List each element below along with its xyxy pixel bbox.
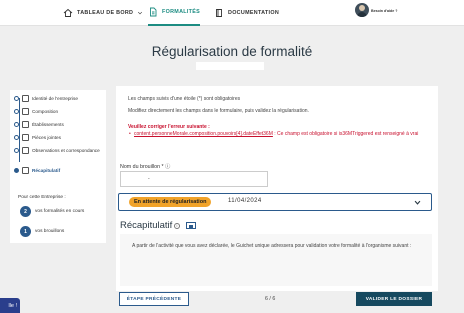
building-icon [22,95,29,102]
checklist-icon [22,167,29,174]
step-dot [14,148,19,153]
nav-documentation[interactable]: DOCUMENTATION [214,0,279,25]
stat-label: vos brouillons [35,229,65,234]
chevron-down-icon [138,11,143,14]
stat-count: 1 [20,226,31,237]
modify-instructions: Modifiez directement les champs dans le … [128,108,309,114]
section-title: Récapitulatif [120,220,173,231]
required-fields-note: Les champs suivis d'une étoile (*) sont … [128,96,241,102]
document-icon [150,7,157,17]
recap-text: A partir de l'activité que vous avez déc… [132,243,412,249]
status-date: 11/04/2024 [228,198,262,204]
error-title: Veuillez corriger l'erreur suivante : [128,124,210,130]
step-label: Observations et correspondance [32,147,100,153]
nav-tableau-de-bord[interactable]: TABLEAU DE BORD [63,0,143,25]
status-badge: En attente de régularisation [129,197,212,207]
step-pager: 6 / 6 [265,296,276,302]
nav-label: TABLEAU DE BORD [77,9,134,16]
info-icon[interactable]: i [174,223,180,229]
error-message: : Ce champ est obligatoire si is36MTrigg… [272,131,419,137]
nav-formalites[interactable]: FORMALITÉS [148,0,201,26]
sidebar-step-pieces-jointes[interactable]: Pièces jointes [14,134,61,141]
book-icon [216,8,222,17]
step-label: Composition [32,108,59,114]
sidebar: Identité de l'entreprise Composition Éta… [10,90,106,243]
mail-icon [22,147,29,154]
previous-step-button[interactable]: ÉTAPE PRÉCÉDENTE [119,292,189,306]
sidebar-step-etablissements[interactable]: Établissements [14,121,64,128]
recap-box: A partir de l'activité que vous avez déc… [120,234,432,286]
draft-name-label: Nom du brouillon * ⓘ [120,164,171,170]
paperclip-icon [22,134,29,141]
stat-count: 2 [20,206,31,217]
store-icon [22,121,29,128]
error-item: content.personneMorale.composition.pouvo… [129,131,424,138]
step-dot [14,96,19,101]
nav-label: FORMALITÉS [162,9,201,15]
page-title: Régularisation de formalité [151,44,313,59]
help-label[interactable]: Besoin d'aide ? [371,9,397,13]
error-link[interactable]: content.personneMorale.composition.pouvo… [134,131,273,137]
sidebar-step-identite[interactable]: Identité de l'entreprise [14,95,78,102]
stat-formalites-en-cours[interactable]: 2 vos formalités en cours [20,206,84,217]
subtitle-placeholder [196,62,264,70]
avatar[interactable] [355,3,369,17]
sidebar-step-composition[interactable]: Composition [14,108,58,115]
nav-label: DOCUMENTATION [228,9,280,16]
help-tab[interactable]: lle ! [0,298,20,313]
validate-button[interactable]: VALIDER LE DOSSIER [356,292,432,306]
step-dot [14,168,19,173]
main-panel: Les champs suivis d'une étoile (*) sont … [116,86,438,291]
sidebar-heading: Pour cette Entreprise : [18,195,66,200]
step-label: Établissements [32,121,64,127]
sidebar-step-observations[interactable]: Observations et correspondance [14,147,102,154]
stat-label: vos formalités en cours [35,209,85,214]
chevron-down-icon[interactable] [414,199,421,206]
preview-icon[interactable] [186,222,196,229]
step-label: Identité de l'entreprise [32,95,78,101]
step-label: Pièces jointes [32,134,61,140]
step-dot [14,109,19,114]
top-navigation: TABLEAU DE BORD FORMALITÉS DOCUMENTATION… [0,0,464,26]
people-icon [22,108,29,115]
stat-brouillons[interactable]: 1 vos brouillons [20,226,64,237]
step-dot [14,135,19,140]
home-icon [63,8,73,17]
step-dot [14,122,19,127]
status-dropdown[interactable]: En attente de régularisation 11/04/2024 [118,193,432,211]
step-label: Récapitulatif [32,167,61,173]
sidebar-step-recapitulatif[interactable]: Récapitulatif [14,167,60,174]
draft-name-input[interactable]: - [120,171,268,187]
